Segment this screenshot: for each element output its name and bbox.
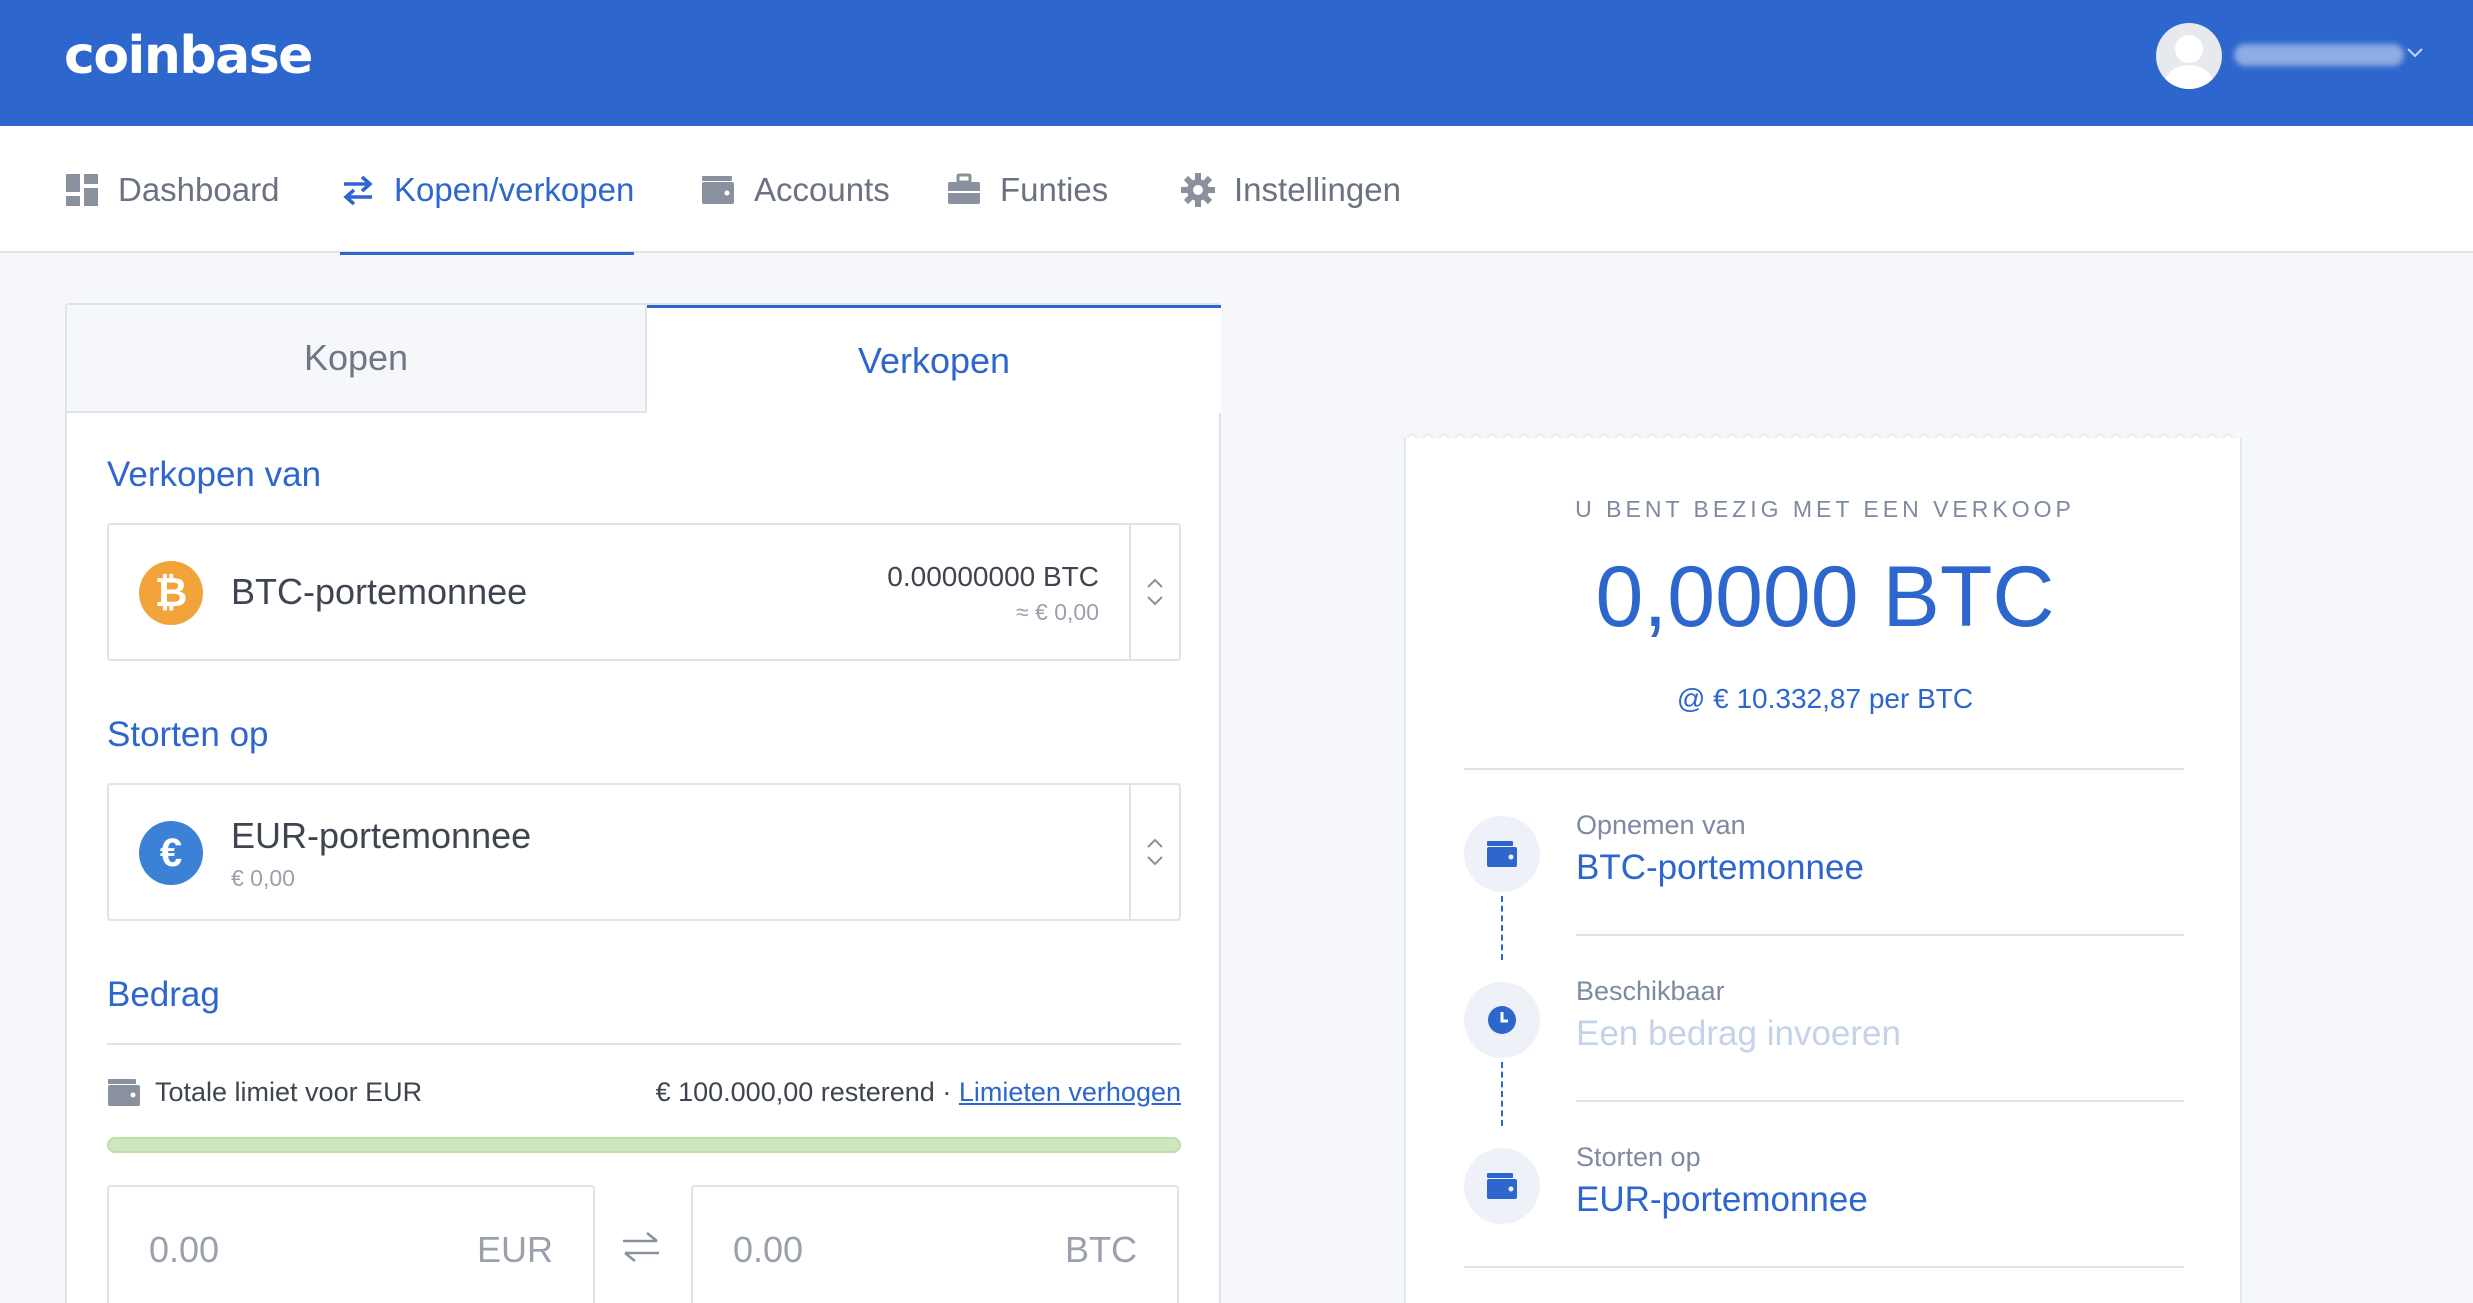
nav-label: Dashboard (118, 170, 280, 208)
wallet-icon (1464, 816, 1540, 892)
coinbase-logo[interactable]: coinbase (64, 26, 313, 86)
select-stepper-icon[interactable] (1143, 572, 1167, 612)
divider (1576, 934, 2184, 936)
fiat-amount-input[interactable]: 0.00 EUR (107, 1185, 595, 1303)
main-nav: Dashboard Kopen/verkopen Accounts Funtie… (0, 126, 2473, 255)
nav-label: Kopen/verkopen (394, 170, 635, 208)
chevron-down-icon[interactable] (2403, 40, 2427, 64)
fiat-amount-value: 0.00 (149, 1229, 220, 1270)
step-label: Storten op (1576, 1142, 1701, 1172)
euro-icon: € (139, 821, 203, 885)
nav-label: Accounts (754, 170, 890, 208)
avatar[interactable] (2156, 23, 2222, 89)
clock-icon (1464, 982, 1540, 1058)
summary-amount: 0,0000 BTC (1595, 549, 2055, 645)
nav-item-accounts[interactable]: Accounts (700, 126, 890, 253)
crypto-currency: BTC (1065, 1229, 1137, 1270)
amount-label: Bedrag (107, 975, 220, 1014)
divider (107, 1043, 1181, 1045)
summary-rate: @ € 10.332,87 per BTC (1676, 683, 1974, 714)
crypto-amount-value: 0.00 (733, 1229, 804, 1270)
step-value: Een bedrag invoeren (1576, 1014, 1901, 1053)
separator: · (942, 1077, 952, 1107)
nav-item-features[interactable]: Funties (946, 126, 1108, 253)
increase-limits-link[interactable]: Limieten verhogen (959, 1077, 1181, 1107)
nav-label: Funties (1000, 170, 1109, 208)
wallet-icon (702, 175, 734, 204)
trade-panel: Kopen Verkopen Verkopen van ₿ BTC-portem… (65, 303, 1221, 1303)
nav-item-buy-sell[interactable]: Kopen/verkopen (340, 126, 635, 255)
limit-info: € 100.000,00 resterend · Limieten verhog… (656, 1077, 1181, 1108)
fiat-currency: EUR (476, 1229, 553, 1270)
limit-progress-bar (107, 1137, 1181, 1153)
wallet-icon (108, 1079, 140, 1106)
crypto-amount-input[interactable]: 0.00 BTC (691, 1185, 1179, 1303)
sell-summary-card: U BENT BEZIG MET EEN VERKOOP 0,0000 BTC … (1404, 438, 2242, 1303)
wallet-name: BTC-portemonnee (231, 571, 528, 612)
deposit-to-select[interactable]: € EUR-portemonnee € 0,00 (107, 783, 1181, 921)
tab-sell[interactable]: Verkopen (647, 305, 1221, 413)
step-value: EUR-portemonnee (1576, 1180, 1868, 1219)
limit-row: Totale limiet voor EUR € 100.000,00 rest… (107, 1073, 1181, 1113)
divider (1576, 1100, 2184, 1102)
deposit-to-label: Storten op (107, 715, 269, 754)
divider (1464, 1266, 2184, 1268)
limit-remaining: € 100.000,00 resterend (655, 1077, 935, 1107)
step-connector (1501, 896, 1503, 960)
step-value: BTC-portemonnee (1576, 848, 1864, 887)
swap-icon (343, 175, 373, 205)
wallet-name: EUR-portemonnee (231, 815, 532, 856)
nav-item-settings[interactable]: Instellingen (1180, 126, 1401, 253)
tab-buy[interactable]: Kopen (67, 305, 647, 413)
wallet-icon (1464, 1148, 1540, 1224)
bitcoin-icon: ₿ (139, 561, 203, 625)
nav-label: Instellingen (1234, 170, 1401, 208)
briefcase-icon (948, 173, 980, 204)
limit-label: Totale limiet voor EUR (155, 1077, 423, 1107)
sell-from-label: Verkopen van (107, 455, 322, 494)
wallet-balance-fiat: ≈ € 0,00 (1016, 599, 1099, 625)
step-label: Opnemen van (1576, 810, 1746, 840)
user-name[interactable] (2234, 44, 2404, 66)
divider (1464, 768, 2184, 770)
sell-from-select[interactable]: ₿ BTC-portemonnee 0.00000000 BTC ≈ € 0,0… (107, 523, 1181, 661)
step-connector (1501, 1062, 1503, 1126)
wallet-balance: 0.00000000 BTC (887, 561, 1099, 592)
swap-currency-icon[interactable] (619, 1225, 663, 1269)
summary-caption: U BENT BEZIG MET EEN VERKOOP (1575, 496, 2075, 522)
gear-icon (1181, 172, 1215, 207)
top-bar: coinbase (0, 0, 2473, 126)
select-stepper-icon[interactable] (1143, 832, 1167, 872)
step-label: Beschikbaar (1576, 976, 1725, 1006)
wallet-balance: € 0,00 (231, 865, 295, 891)
nav-item-dashboard[interactable]: Dashboard (64, 126, 279, 253)
dashboard-icon (66, 173, 98, 206)
